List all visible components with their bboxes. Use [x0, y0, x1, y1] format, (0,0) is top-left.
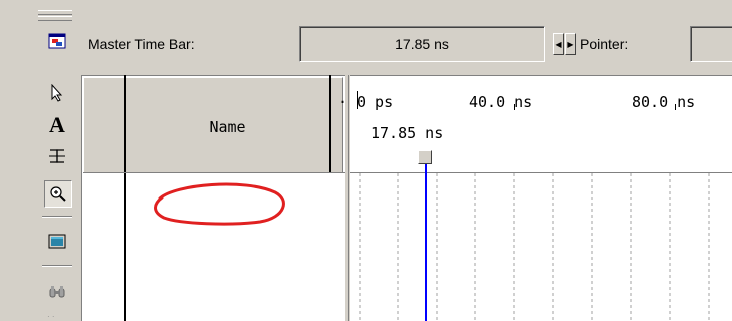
- toolbar-separator: [42, 216, 72, 218]
- find-icon[interactable]: [44, 279, 70, 305]
- selection-arrow-icon[interactable]: [44, 80, 70, 106]
- pointer-label: Pointer:: [580, 36, 629, 52]
- ruler-dot: .: [338, 89, 348, 107]
- cursor-handle[interactable]: [418, 150, 432, 164]
- ruler-tick: [357, 91, 358, 109]
- previous-transition-button[interactable]: ◀: [553, 33, 564, 55]
- toolbar-grip[interactable]: [38, 10, 72, 21]
- waveform-editing-tool-icon[interactable]: [44, 143, 70, 169]
- master-time-bar-field[interactable]: 17.85 ns: [299, 26, 545, 62]
- pane-splitter[interactable]: [345, 75, 349, 321]
- column-divider: [329, 75, 331, 173]
- full-screen-icon[interactable]: [44, 229, 70, 255]
- zoom-tool-icon[interactable]: [44, 180, 72, 208]
- header-bottom-rule: [83, 172, 345, 173]
- master-time-value: 17.85 ns: [395, 36, 449, 52]
- text-tool-icon[interactable]: A: [44, 112, 70, 138]
- ruler-tick-label: 40.0 ns: [469, 93, 533, 111]
- toolbar-separator: [42, 265, 72, 267]
- next-transition-button[interactable]: ▶: [565, 33, 576, 55]
- waveform-editor-icon[interactable]: [44, 28, 70, 54]
- pointer-field[interactable]: [690, 26, 732, 62]
- ruler-tick-label: 0 ps: [357, 93, 394, 111]
- column-divider: [124, 75, 126, 321]
- cursor-time-label: 17.85 ns: [371, 124, 444, 142]
- master-time-bar-label: Master Time Bar:: [88, 36, 195, 52]
- waveform-gridlines: [359, 173, 710, 321]
- master-time-cursor-line[interactable]: [425, 164, 427, 321]
- ruler-tick-label: 80.0 ns: [632, 93, 696, 111]
- more-tools-icon: · ·: [47, 312, 55, 321]
- waveform-toolbar: A · ·: [0, 0, 74, 321]
- ruler-tick: [675, 104, 676, 110]
- name-column-header[interactable]: Name: [126, 118, 329, 136]
- red-ellipse-annotation: [154, 182, 285, 226]
- ruler-tick: [514, 104, 515, 110]
